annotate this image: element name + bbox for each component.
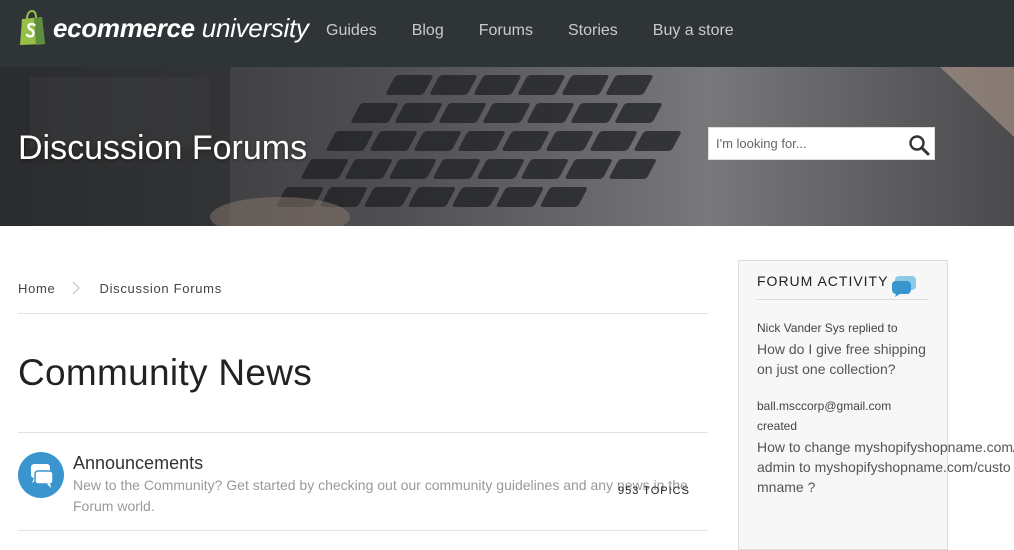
shopify-bag-icon [20, 10, 45, 45]
chevron-right-icon [73, 281, 81, 295]
breadcrumb-home[interactable]: Home [18, 281, 55, 296]
main-menu: Guides Blog Forums Stories Buy a store [326, 22, 769, 40]
forum-row-announcements[interactable]: Announcements New to the Community? Get … [18, 446, 708, 526]
divider [18, 432, 708, 433]
hero-banner: Discussion Forums [0, 67, 1014, 226]
forum-title[interactable]: Announcements [73, 453, 203, 474]
divider [757, 299, 929, 300]
nav-link-stories[interactable]: Stories [568, 22, 618, 40]
nav-link-blog[interactable]: Blog [412, 22, 444, 40]
breadcrumb: Home Discussion Forums [18, 280, 222, 296]
logo-wordmark: ecommerce university [53, 13, 309, 44]
divider [18, 313, 708, 314]
search-input[interactable] [709, 128, 899, 159]
activity-meta: Nick Vander Sys replied to [757, 321, 898, 335]
site-logo[interactable]: ecommerce university [17, 10, 309, 46]
nav-link-guides[interactable]: Guides [326, 22, 377, 40]
nav-link-forums[interactable]: Forums [479, 22, 533, 40]
logo-word-bold: ecommerce [53, 12, 195, 43]
breadcrumb-discussion-forums[interactable]: Discussion Forums [99, 281, 221, 296]
page-title: Discussion Forums [18, 129, 308, 167]
top-navigation-bar: ecommerce university Guides Blog Forums … [0, 0, 1014, 67]
logo-word-light: university [201, 12, 309, 43]
activity-topic-link[interactable]: How to change myshopifyshopname.com/admi… [757, 437, 1014, 497]
activity-topic-link[interactable]: How do I give free shipping on just one … [757, 339, 937, 379]
chat-bubbles-icon [18, 452, 64, 498]
section-title: Community News [18, 352, 313, 393]
nav-link-buy-a-store[interactable]: Buy a store [653, 22, 734, 40]
forum-activity-panel: FORUM ACTIVITY Nick Vander Sys replied t… [738, 260, 1014, 550]
search-icon[interactable] [908, 134, 930, 156]
chat-bubbles-icon [891, 276, 916, 297]
divider [18, 530, 708, 531]
activity-meta: ball.msccorp@gmail.com created [757, 399, 892, 433]
forum-description: New to the Community? Get started by che… [73, 477, 688, 514]
search-box [708, 127, 935, 160]
topic-count: 953 TOPICS [618, 485, 690, 497]
panel-heading: FORUM ACTIVITY [757, 273, 889, 289]
